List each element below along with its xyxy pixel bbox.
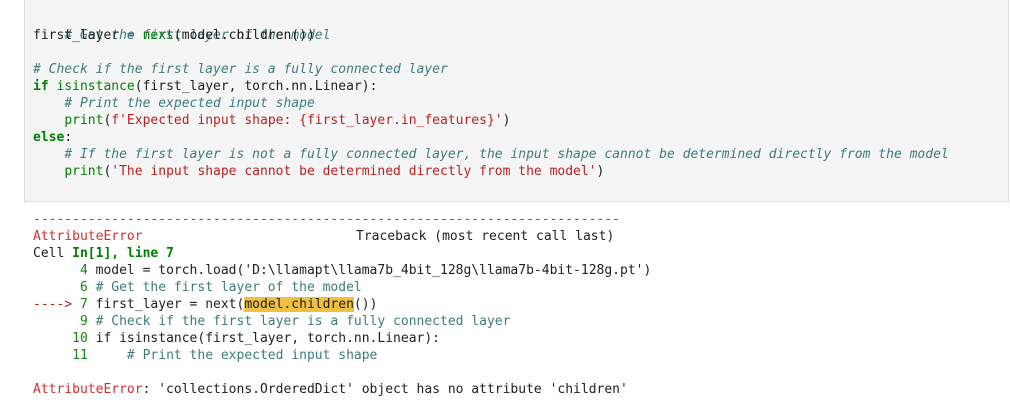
traceback-line: 9 # Check if the first layer is a fully … — [33, 313, 510, 330]
code-comment: # If the first layer is not a fully conn… — [64, 147, 949, 162]
traceback-header: AttributeError — [33, 228, 143, 245]
code-builtin: print — [64, 113, 104, 128]
line-text: ()) — [353, 297, 378, 312]
code-cell-input[interactable]: # Get the first layer of the model first… — [24, 0, 1009, 202]
line-text: if isinstance(first_layer, torch.nn.Line… — [87, 331, 440, 346]
line-prefix — [33, 348, 72, 363]
code-token: ) — [596, 164, 605, 179]
traceback-line: 10 if isinstance(first_layer, torch.nn.L… — [33, 330, 440, 347]
code-keyword: if — [33, 79, 49, 94]
code-line-5: if isinstance(first_layer, torch.nn.Line… — [33, 78, 377, 95]
traceback-line: 4 model = torch.load('D:\llamapt\llama7b… — [33, 262, 651, 279]
code-operator: = — [126, 28, 135, 43]
line-text: model = torch.load('D:\llamapt\llama7b_4… — [87, 263, 652, 278]
line-text: # Print the expected input shape — [87, 348, 378, 363]
line-number: 7 — [79, 297, 88, 312]
final-error-name: AttributeError — [33, 382, 143, 397]
line-prefix — [33, 263, 80, 278]
line-prefix — [33, 280, 80, 295]
code-builtin: next — [142, 28, 174, 43]
code-builtin: isinstance — [56, 79, 135, 94]
code-line-2: first_layer = next(model.children()) — [33, 27, 315, 44]
code-line-9: # If the first layer is not a fully conn… — [33, 146, 949, 163]
code-string: f'Expected input shape: {first_layer.in_… — [111, 113, 503, 128]
traceback-label: Traceback (most recent call last) — [356, 229, 615, 244]
arrow-prefix: ----> — [33, 297, 80, 312]
line-text: # Check if the first layer is a fully co… — [87, 314, 511, 329]
code-line-10: print('The input shape cannot be determi… — [33, 163, 604, 180]
line-number: 11 — [72, 348, 88, 363]
code-token: first_layer — [33, 28, 120, 43]
traceback-line: 6 # Get the first layer of the model — [33, 279, 362, 296]
code-line-6: # Print the expected input shape — [33, 95, 315, 112]
line-number: 9 — [79, 314, 88, 329]
cell-ref-link[interactable]: In[1], line 7 — [72, 246, 174, 261]
code-line-7: print(f'Expected input shape: {first_lay… — [33, 112, 510, 129]
error-name: AttributeError — [33, 229, 143, 244]
code-token: : — [64, 130, 73, 145]
code-comment: # Check if the first layer is a fully co… — [33, 62, 448, 77]
code-comment: # Print the expected input shape — [64, 96, 315, 111]
traceback-line: 11 # Print the expected input shape — [33, 347, 377, 364]
code-token: (model.children()) — [173, 28, 315, 43]
final-error-message: : 'collections.OrderedDict' object has n… — [142, 382, 628, 397]
code-token: ) — [502, 113, 511, 128]
code-string: 'The input shape cannot be determined di… — [111, 164, 597, 179]
code-keyword: else — [33, 130, 65, 145]
traceback-cell-ref: Cell In[1], line 7 — [33, 245, 174, 262]
code-line-8: else: — [33, 129, 72, 146]
traceback-line-current: ----> 7 first_layer = next(model.childre… — [33, 296, 377, 313]
line-number: 6 — [79, 280, 88, 295]
line-prefix — [33, 314, 80, 329]
cell-ref-prefix: Cell — [33, 246, 73, 261]
code-token: (first_layer, torch.nn.Linear): — [134, 79, 378, 94]
highlighted-expression: model.children — [244, 297, 354, 312]
final-error-line: AttributeError: 'collections.OrderedDict… — [33, 381, 628, 398]
code-builtin: print — [64, 164, 104, 179]
line-text: # Get the first layer of the model — [87, 280, 362, 295]
line-number: 4 — [79, 263, 88, 278]
line-prefix — [33, 331, 72, 346]
code-line-4: # Check if the first layer is a fully co… — [33, 61, 448, 78]
line-text: first_layer = next( — [87, 297, 245, 312]
traceback-separator: ----------------------------------------… — [33, 212, 620, 227]
line-number: 10 — [72, 331, 88, 346]
